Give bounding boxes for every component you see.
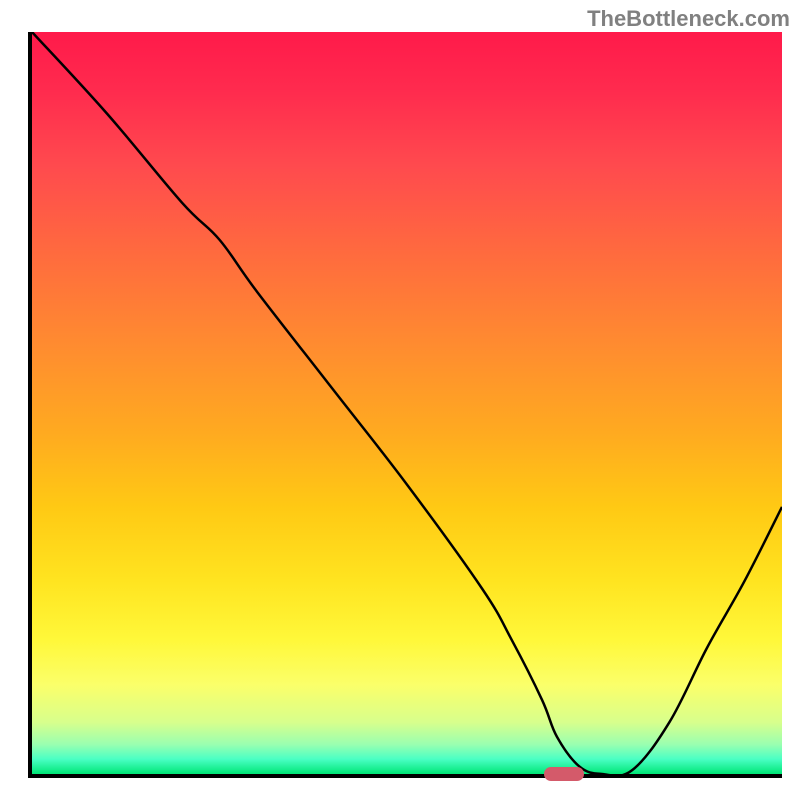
- chart-line-svg: [32, 32, 782, 774]
- chart-curve: [32, 32, 782, 774]
- watermark-text: TheBottleneck.com: [587, 6, 790, 32]
- chart-marker: [544, 767, 584, 781]
- chart-plot-area: [28, 32, 782, 778]
